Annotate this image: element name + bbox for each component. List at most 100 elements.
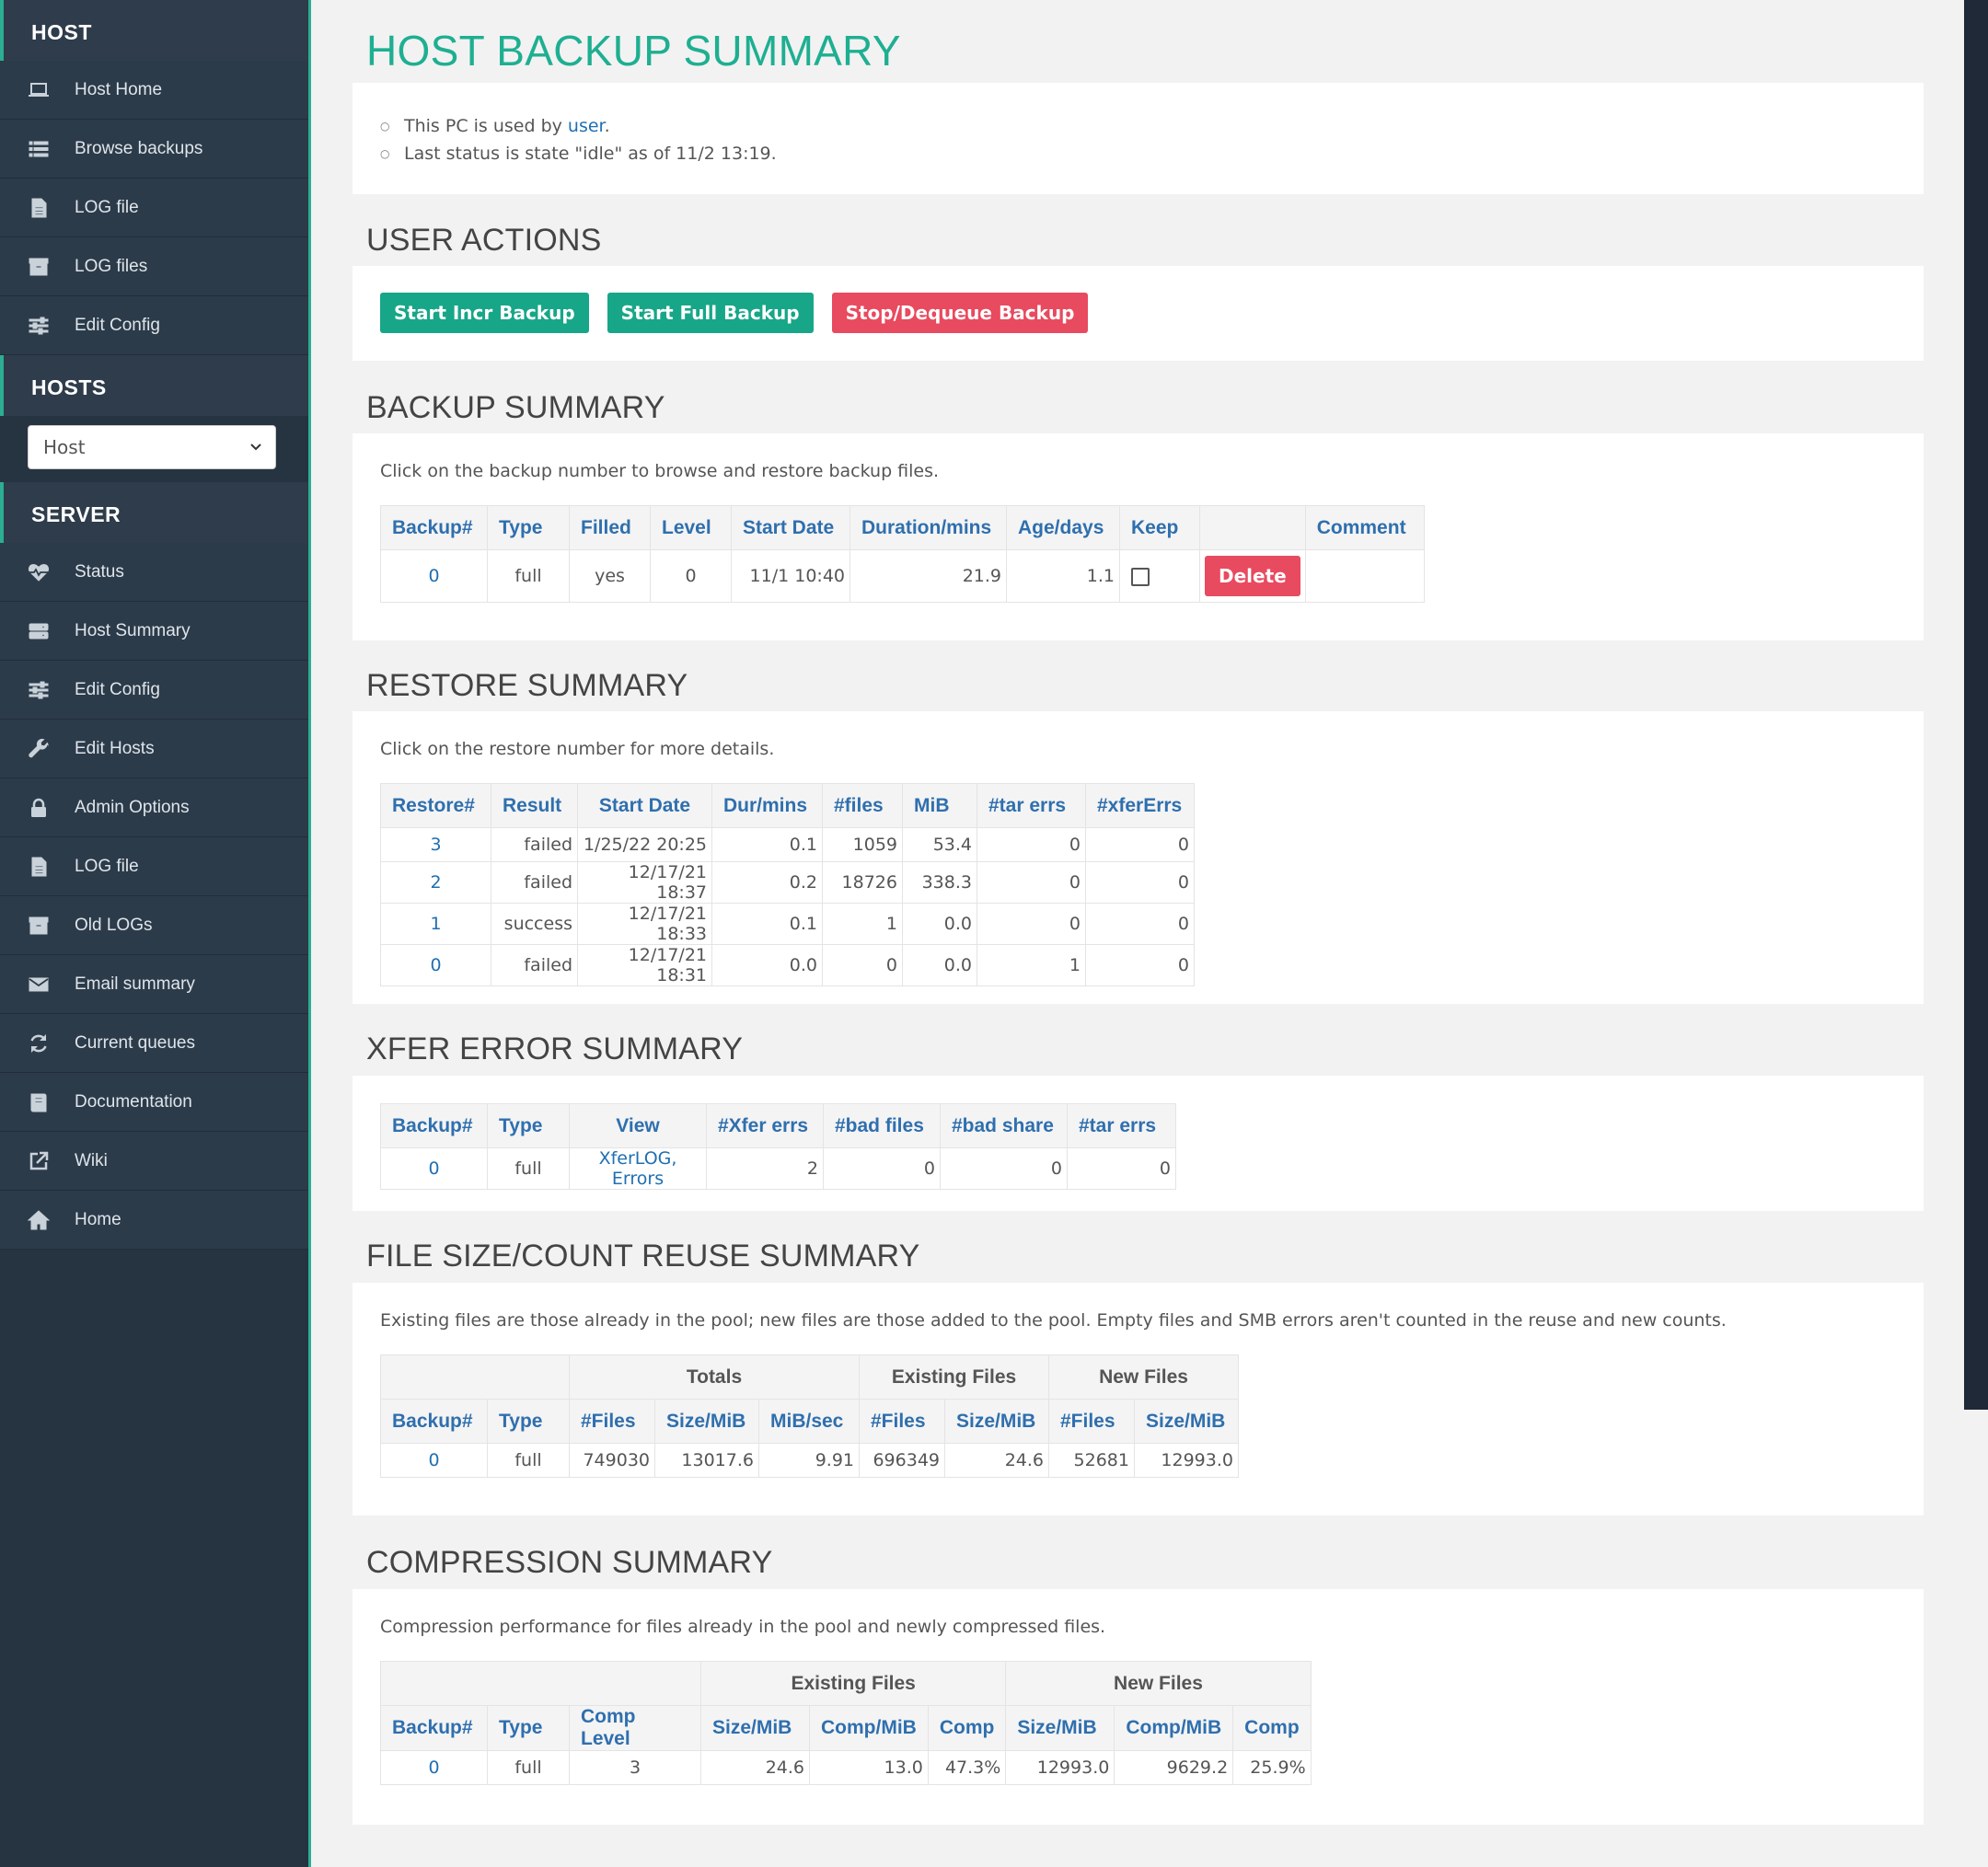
files-cell: 1 (822, 903, 903, 945)
restore-summary-table: Restore# Result Start Date Dur/mins #fil… (380, 783, 1195, 986)
sidebar-item-documentation[interactable]: Documentation (0, 1073, 308, 1132)
mib-cell: 53.4 (902, 827, 977, 862)
backup-number-link[interactable]: 0 (428, 566, 439, 586)
dur-cell: 0.0 (711, 944, 823, 986)
col-mib: MiB (902, 783, 977, 828)
view-separator: , (671, 1148, 677, 1169)
sidebar-item-server-edit-config[interactable]: Edit Config (0, 661, 308, 720)
stop-dequeue-backup-button[interactable]: Stop/Dequeue Backup (831, 293, 1089, 333)
sidebar-item-host-summary[interactable]: Host Summary (0, 602, 308, 661)
laptop-icon (27, 78, 51, 102)
existing-files-cell: 696349 (859, 1443, 945, 1478)
start-incr-backup-button[interactable]: Start Incr Backup (380, 293, 589, 333)
sidebar-item-admin-options[interactable]: Admin Options (0, 778, 308, 837)
restore-number-link[interactable]: 2 (430, 872, 441, 893)
file-icon (27, 196, 51, 220)
sidebar-item-current-queues[interactable]: Current queues (0, 1014, 308, 1073)
sidebar-item-log-files[interactable]: LOG files (0, 237, 308, 296)
duration-cell: 21.9 (850, 549, 1007, 603)
sidebar-item-email-summary[interactable]: Email summary (0, 955, 308, 1014)
sidebar-item-label: Email summary (75, 974, 195, 994)
group-existing-files: Existing Files (859, 1354, 1049, 1400)
sidebar-item-status[interactable]: Status (0, 543, 308, 602)
backup-number-link[interactable]: 0 (428, 1158, 439, 1179)
sidebar-item-label: Edit Config (75, 679, 160, 699)
group-totals: Totals (569, 1354, 860, 1400)
status-used-by-suffix: . (604, 116, 610, 136)
restore-number-link[interactable]: 1 (430, 914, 441, 934)
table-header-row: Backup# Type View #Xfer errs #bad files … (380, 1103, 1176, 1148)
sidebar-item-host-home[interactable]: Host Home (0, 61, 308, 120)
sidebar-item-label: Current queues (75, 1032, 195, 1053)
sidebar-header-host: HOST (0, 0, 308, 61)
type-cell: full (487, 549, 570, 603)
table-row: 0 full yes 0 11/1 10:40 21.9 1.1 Delete (380, 549, 1425, 603)
delete-button[interactable]: Delete (1205, 556, 1300, 596)
comp-level-cell: 3 (569, 1750, 701, 1785)
envelope-icon (27, 973, 51, 997)
view-cell: XferLOG, Errors (569, 1147, 707, 1190)
errors-link[interactable]: Errors (612, 1169, 664, 1189)
sidebar-item-wiki[interactable]: Wiki (0, 1132, 308, 1191)
col-files: #files (822, 783, 903, 828)
restore-summary-card: Click on the restore number for more det… (353, 711, 1924, 1004)
group-empty (380, 1354, 570, 1400)
sidebar-item-label: Host Home (75, 79, 163, 99)
archive-icon (27, 914, 51, 938)
col-result: Result (491, 783, 578, 828)
table-row: 3 failed 1/25/22 20:25 0.1 1059 53.4 0 0 (380, 827, 1195, 862)
table-row: 1 success 12/17/21 18:33 0.1 1 0.0 0 0 (380, 903, 1195, 945)
new-files-cell: 52681 (1048, 1443, 1135, 1478)
table-row: 0 full 3 24.6 13.0 47.3% 12993.0 9629.2 … (380, 1750, 1312, 1785)
sidebar-item-edit-config[interactable]: Edit Config (0, 296, 308, 355)
xfer-errs-cell: 2 (706, 1147, 824, 1190)
col-existing-size: Size/MiB (700, 1705, 810, 1751)
external-link-icon (27, 1149, 51, 1173)
status-card: This PC is used by user. Last status is … (353, 83, 1924, 194)
backup-num-cell: 0 (380, 1750, 488, 1785)
restore-num-cell: 1 (380, 903, 491, 945)
restore-number-link[interactable]: 3 (430, 835, 441, 855)
sidebar-item-edit-hosts[interactable]: Edit Hosts (0, 720, 308, 778)
comment-cell[interactable] (1304, 549, 1425, 603)
backup-number-link[interactable]: 0 (428, 1758, 439, 1778)
tar-errs-cell: 0 (977, 827, 1086, 862)
col-xfer-errs: #xferErrs (1085, 783, 1195, 828)
sidebar-item-label: Wiki (75, 1150, 108, 1170)
backup-number-link[interactable]: 0 (428, 1450, 439, 1470)
table-header-row: Restore# Result Start Date Dur/mins #fil… (380, 783, 1195, 828)
restore-num-cell: 0 (380, 944, 491, 986)
window-edge-scrollbar[interactable] (1964, 0, 1988, 1410)
bad-share-cell: 0 (940, 1147, 1068, 1190)
start-full-backup-button[interactable]: Start Full Backup (607, 293, 814, 333)
refresh-icon (27, 1031, 51, 1055)
result-cell: success (491, 903, 578, 945)
xferlog-link[interactable]: XferLOG (599, 1148, 672, 1169)
col-level: Level (650, 505, 732, 550)
col-type: Type (487, 1103, 570, 1148)
host-select[interactable]: Host (28, 425, 276, 469)
user-link[interactable]: user (568, 116, 605, 136)
col-xfer-errs: #Xfer errs (706, 1103, 824, 1148)
sidebar-item-home[interactable]: Home (0, 1191, 308, 1250)
col-existing-comp: Comp (927, 1705, 1007, 1751)
keep-checkbox[interactable] (1131, 567, 1150, 586)
backup-summary-title: BACKUP SUMMARY (366, 390, 665, 425)
sliders-icon (27, 314, 51, 338)
sidebar-item-log-file[interactable]: LOG file (0, 179, 308, 237)
col-view: View (569, 1103, 707, 1148)
xfer-errs-cell: 0 (1085, 944, 1195, 986)
start-date-cell: 12/17/21 18:33 (577, 903, 712, 945)
restore-number-link[interactable]: 0 (430, 955, 441, 975)
col-existing-size: Size/MiB (944, 1399, 1049, 1444)
sidebar-item-label: Edit Hosts (75, 738, 155, 758)
xfer-error-summary-title: XFER ERROR SUMMARY (366, 1031, 744, 1066)
sidebar-item-browse-backups[interactable]: Browse backups (0, 120, 308, 179)
status-last-state: Last status is state "idle" as of 11/2 1… (380, 140, 1896, 167)
start-date-cell: 11/1 10:40 (731, 549, 850, 603)
sidebar-item-old-logs[interactable]: Old LOGs (0, 896, 308, 955)
sidebar-item-server-log-file[interactable]: LOG file (0, 837, 308, 896)
files-cell: 18726 (822, 861, 903, 904)
tar-errs-cell: 0 (1067, 1147, 1176, 1190)
new-size-cell: 12993.0 (1005, 1750, 1115, 1785)
